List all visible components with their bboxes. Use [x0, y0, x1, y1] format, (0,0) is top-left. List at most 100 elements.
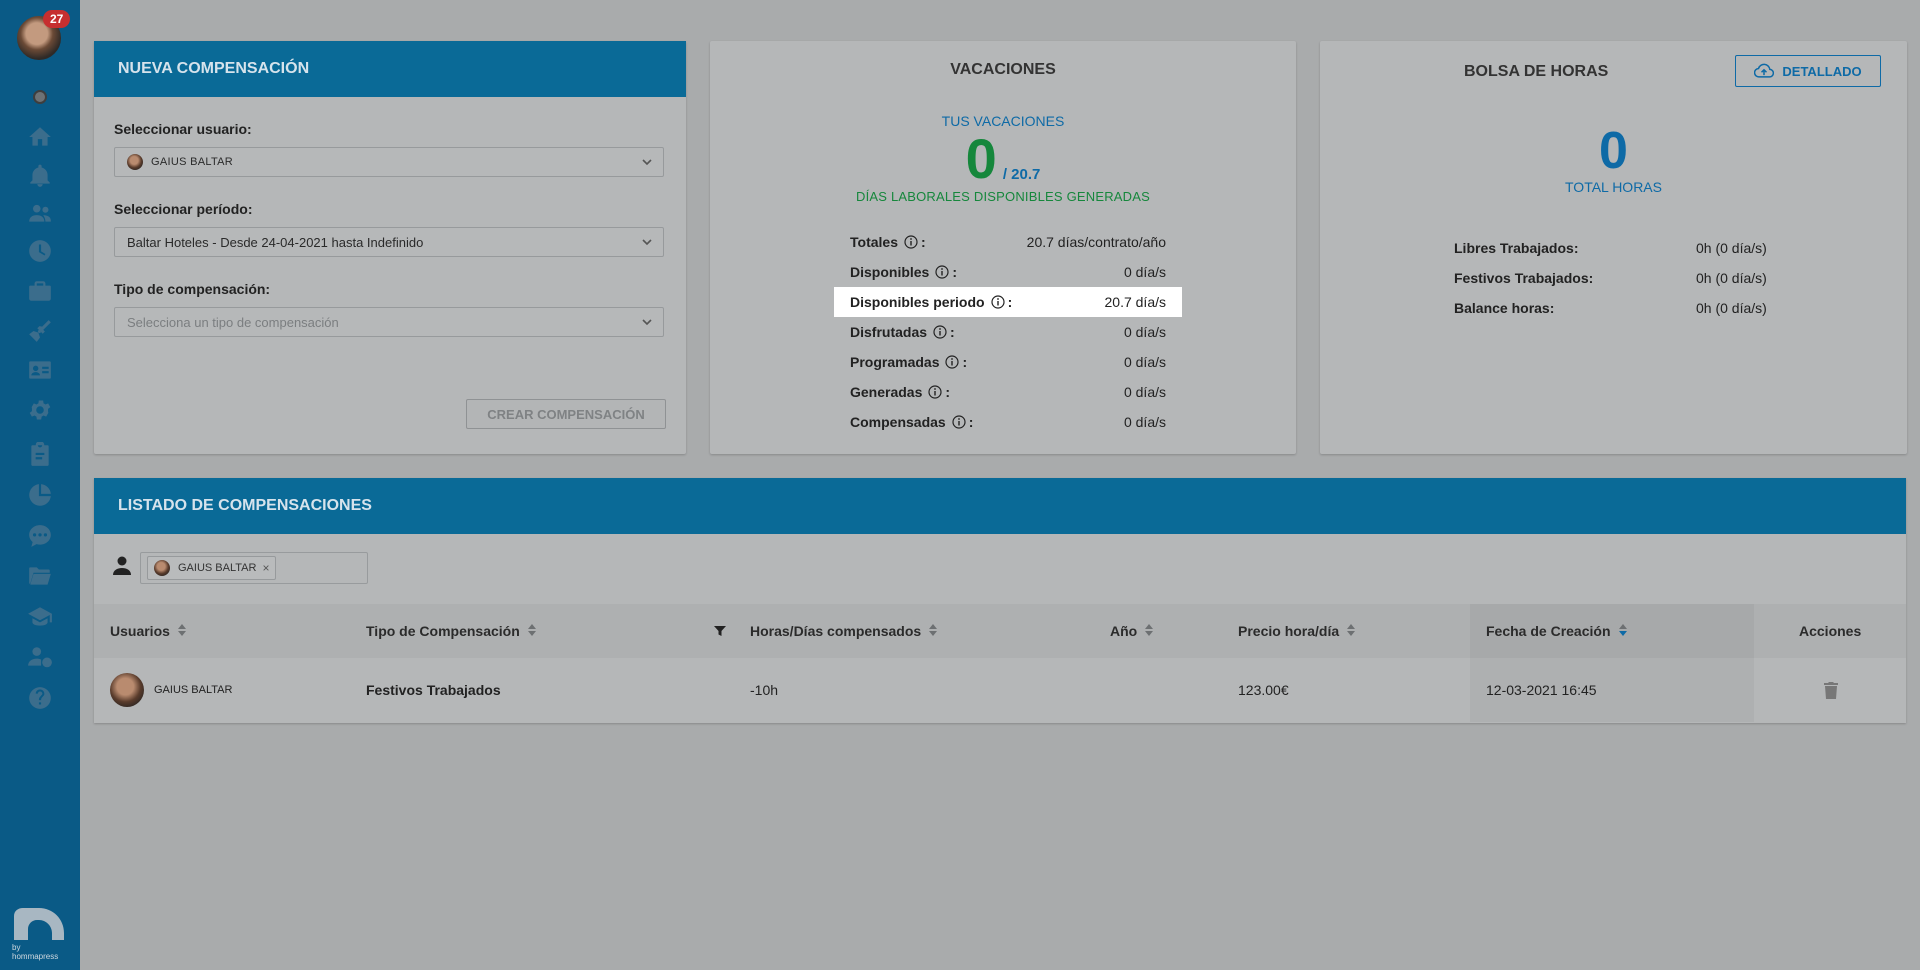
info-icon[interactable]	[952, 415, 966, 429]
status-indicator[interactable]	[33, 90, 47, 104]
person-icon	[110, 554, 134, 583]
column-horas[interactable]: Horas/Días compensados	[750, 604, 938, 658]
info-icon[interactable]	[935, 265, 949, 279]
row-value: 0 día/s	[1123, 384, 1166, 400]
column-label: Horas/Días compensados	[750, 623, 922, 639]
graduation-cap-icon[interactable]	[25, 602, 55, 632]
type-select[interactable]: Selecciona un tipo de compensación	[114, 307, 664, 337]
vacation-caption: DÍAS LABORALES DISPONIBLES GENERADAS	[855, 189, 1151, 204]
info-icon[interactable]	[933, 325, 947, 339]
avatar	[127, 154, 143, 170]
row-label: Disponibles	[850, 264, 930, 280]
clock-icon[interactable]	[25, 236, 55, 266]
pie-chart-icon[interactable]	[25, 480, 55, 510]
row-value: 0h (0 día/s)	[1696, 300, 1767, 316]
cell-precio: 123.00€	[1238, 682, 1289, 698]
close-icon[interactable]: ×	[262, 561, 269, 575]
sort-icon	[1145, 623, 1154, 639]
listado-card: LISTADO DE COMPENSACIONES GAIUS BALTAR ×…	[94, 478, 1906, 723]
vacation-row-highlighted: Disponibles periodo : 20.7 día/s	[834, 287, 1182, 317]
bolsa-row: Libres Trabajados: 0h (0 día/s)	[1454, 240, 1794, 256]
row-value: 0 día/s	[1123, 414, 1166, 430]
card-title: NUEVA COMPENSACIÓN	[118, 60, 310, 77]
sidebar: 27 by hommapress	[0, 0, 80, 970]
column-label: Tipo de Compensación	[366, 623, 520, 639]
chevron-down-icon	[641, 156, 653, 168]
table-header: Usuarios Tipo de Compensación Horas/Días…	[94, 604, 1906, 658]
card-header: LISTADO DE COMPENSACIONES	[94, 478, 1906, 534]
row-label: Generadas	[850, 384, 923, 400]
column-label: Acciones	[1799, 623, 1862, 639]
trash-icon[interactable]	[1824, 658, 1838, 722]
card-title: BOLSA DE HORAS	[1464, 63, 1609, 80]
chevron-down-icon	[641, 316, 653, 328]
vacation-counter: 0 / 20.7	[710, 131, 1296, 187]
available-days: 0	[965, 127, 997, 190]
id-card-icon[interactable]	[25, 355, 55, 385]
cell-text: 12-03-2021 16:45	[1486, 682, 1597, 698]
column-acciones: Acciones	[1799, 604, 1861, 658]
column-fecha[interactable]: Fecha de Creación	[1470, 604, 1754, 658]
create-compensation-button[interactable]: CREAR COMPENSACIÓN	[466, 399, 666, 429]
clipboard-icon[interactable]	[25, 440, 55, 470]
vacation-row: Compensadas : 0 día/s	[850, 414, 1166, 430]
cell-horas: -10h	[750, 682, 779, 698]
vacation-row: Disponibles : 0 día/s	[850, 264, 1166, 280]
info-icon[interactable]	[904, 235, 918, 249]
column-label: Precio hora/día	[1238, 623, 1340, 639]
total-hours: 0	[1599, 122, 1628, 180]
info-icon[interactable]	[945, 355, 960, 369]
row-label: Disponibles periodo	[850, 294, 985, 310]
user-filter: GAIUS BALTAR ×	[110, 552, 368, 584]
column-anio[interactable]: Año	[1110, 604, 1154, 658]
user-dollar-icon[interactable]	[25, 642, 55, 672]
avatar	[110, 673, 144, 707]
column-label: Fecha de Creación	[1486, 623, 1611, 639]
info-icon[interactable]	[990, 295, 1005, 309]
vacaciones-card: VACACIONES TUS VACACIONES 0 / 20.7 DÍAS …	[710, 41, 1296, 454]
card-title: VACACIONES	[950, 61, 1056, 78]
period-label: Seleccionar período:	[114, 201, 253, 217]
row-label: Compensadas	[850, 414, 946, 430]
sort-icon	[929, 623, 938, 639]
sort-icon	[177, 623, 186, 639]
filter-icon[interactable]	[714, 604, 726, 658]
bolsa-row: Festivos Trabajados: 0h (0 día/s)	[1454, 270, 1794, 286]
user-select-value: GAIUS BALTAR	[151, 156, 234, 168]
user-select[interactable]: GAIUS BALTAR	[114, 147, 664, 177]
info-icon[interactable]	[928, 385, 942, 399]
column-tipo[interactable]: Tipo de Compensación	[366, 604, 536, 658]
column-label: Año	[1110, 623, 1138, 639]
home-icon[interactable]	[25, 122, 55, 152]
user-avatar[interactable]: 27	[15, 10, 71, 62]
vacation-row: Totales : 20.7 días/contrato/año	[850, 234, 1166, 250]
chat-icon[interactable]	[25, 521, 55, 551]
cloud-upload-icon	[1754, 63, 1775, 78]
user-chip: GAIUS BALTAR ×	[147, 556, 277, 580]
row-value: 0 día/s	[1123, 354, 1166, 370]
row-value: 20.7 días/contrato/año	[1026, 234, 1166, 250]
column-usuarios[interactable]: Usuarios	[110, 604, 186, 658]
help-icon[interactable]	[25, 683, 55, 713]
detallado-label: DETALLADO	[1782, 63, 1862, 79]
broom-icon[interactable]	[25, 316, 55, 346]
row-label: Libres Trabajados:	[1454, 240, 1579, 256]
bell-icon[interactable]	[25, 161, 55, 191]
detallado-button[interactable]: DETALLADO	[1735, 55, 1881, 87]
row-label: Balance horas:	[1454, 300, 1555, 316]
folder-icon[interactable]	[25, 561, 55, 591]
period-select[interactable]: Baltar Hoteles - Desde 24-04-2021 hasta …	[114, 227, 664, 257]
column-precio[interactable]: Precio hora/día	[1238, 604, 1356, 658]
bolsa-row: Balance horas: 0h (0 día/s)	[1454, 300, 1794, 316]
sort-icon	[527, 623, 536, 639]
row-value: 0 día/s	[1123, 264, 1166, 280]
table-row[interactable]: GAIUS BALTAR Festivos Trabajados -10h 12…	[94, 658, 1906, 722]
column-label: Usuarios	[110, 623, 170, 639]
vacation-row: Generadas : 0 día/s	[850, 384, 1166, 400]
type-label: Tipo de compensación:	[114, 281, 271, 297]
gear-icon[interactable]	[25, 395, 55, 425]
users-icon[interactable]	[25, 198, 55, 228]
user-filter-input[interactable]: GAIUS BALTAR ×	[140, 552, 368, 584]
briefcase-icon[interactable]	[25, 276, 55, 306]
row-label: Disfrutadas	[850, 324, 928, 340]
